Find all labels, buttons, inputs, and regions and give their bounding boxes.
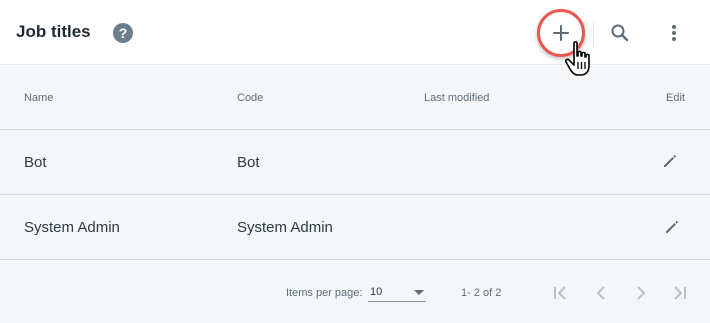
chevron-left-icon[interactable]	[591, 283, 611, 303]
dropdown-arrow-icon	[414, 290, 424, 295]
cell-name: Bot	[24, 154, 47, 171]
hand-pointer-icon	[564, 41, 590, 76]
page-title: Job titles	[16, 22, 91, 41]
column-header-edit: Edit	[666, 92, 685, 104]
items-per-page-label: Items per page:	[286, 287, 363, 299]
items-per-page-select[interactable]: 10	[368, 284, 426, 302]
column-header-code[interactable]: Code	[237, 92, 263, 104]
more-vert-icon	[672, 25, 676, 41]
help-icon[interactable]: ?	[113, 23, 133, 43]
first-page-icon[interactable]	[550, 283, 570, 303]
items-per-page-value: 10	[370, 286, 383, 298]
row-divider	[0, 194, 710, 195]
cell-name: System Admin	[24, 219, 120, 236]
chevron-right-icon[interactable]	[631, 283, 651, 303]
search-button[interactable]	[606, 19, 634, 47]
cell-code: Bot	[237, 154, 260, 171]
cell-code: System Admin	[237, 219, 333, 236]
row-divider	[0, 129, 710, 130]
row-divider	[0, 259, 710, 260]
search-icon	[611, 24, 629, 42]
edit-icon[interactable]	[661, 152, 679, 170]
page-header: Job titles ?	[0, 0, 710, 65]
last-page-icon[interactable]	[670, 283, 690, 303]
column-header-name[interactable]: Name	[24, 92, 53, 104]
edit-icon[interactable]	[663, 218, 681, 236]
range-label: 1- 2 of 2	[461, 287, 502, 299]
column-header-last-modified[interactable]: Last modified	[424, 92, 489, 104]
more-options-button[interactable]	[660, 19, 688, 47]
